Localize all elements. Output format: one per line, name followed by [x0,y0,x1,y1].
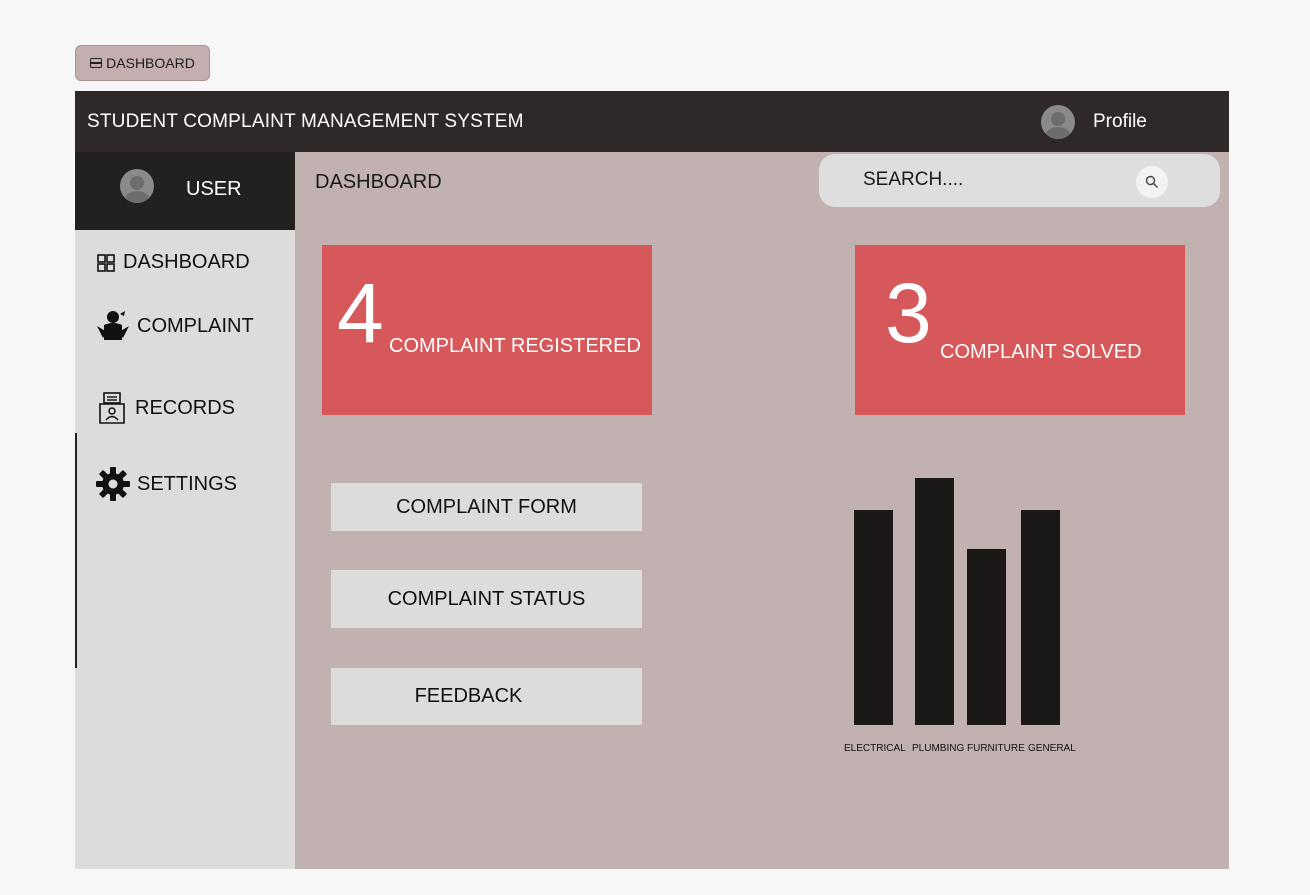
app-window: STUDENT COMPLAINT MANAGEMENT SYSTEM Prof… [75,91,1229,869]
chart-bar-plumbing [915,478,954,725]
stat-label: COMPLAINT REGISTERED [389,335,641,357]
sidebar-item-label: SETTINGS [137,472,238,495]
profile-avatar-icon[interactable] [1041,105,1075,139]
sidebar-item-label: COMPLAINT [137,314,254,337]
sidebar-item-records[interactable]: RECORDS [95,390,235,426]
chart-label-plumbing: PLUMBING [912,743,965,754]
user-block: USER [75,152,295,230]
page-title: DASHBOARD [315,171,442,193]
window-icon [90,58,103,68]
complaint-person-icon [95,308,131,344]
sidebar-item-complaint[interactable]: COMPLAINT [95,308,254,344]
user-avatar-icon [120,169,154,203]
records-icon [95,390,129,426]
chart-label-electrical: ELECTRICAL [844,743,906,754]
search-input[interactable] [863,166,1113,194]
frame-tab[interactable]: DASHBOARD [75,45,210,81]
gear-icon [95,466,131,502]
stat-card-registered: 4 COMPLAINT REGISTERED [322,245,652,415]
feedback-button[interactable]: FEEDBACK [331,668,642,725]
complaint-status-button[interactable]: COMPLAINT STATUS [331,570,642,628]
chart-bar-electrical [854,510,893,725]
sidebar-item-label: RECORDS [135,396,236,419]
search-box [819,154,1220,207]
chart-bar-general [1021,510,1060,725]
stat-label: COMPLAINT SOLVED [940,341,1142,363]
sidebar-item-dashboard[interactable]: DASHBOARD [95,251,250,274]
stat-number: 4 [337,266,384,360]
complaint-form-button[interactable]: COMPLAINT FORM [331,483,642,531]
chart-label-furniture: FURNITURE [967,743,1025,754]
sidebar: USER DASHBOARD COMPLAINT RECORDS SETTING… [75,152,295,869]
grid-icon [95,252,117,274]
chart-bar-furniture [967,549,1006,725]
top-bar: STUDENT COMPLAINT MANAGEMENT SYSTEM Prof… [75,91,1229,152]
search-icon[interactable] [1136,166,1168,198]
profile-link[interactable]: Profile [1093,111,1147,133]
sidebar-item-settings[interactable]: SETTINGS [95,466,237,502]
category-bar-chart: ELECTRICAL PLUMBING FURNITURE GENERAL [835,471,1085,761]
user-label: USER [186,178,242,200]
stat-number: 3 [885,266,932,360]
chart-label-general: GENERAL [1028,743,1076,754]
stat-card-solved: 3 COMPLAINT SOLVED [855,245,1185,415]
sidebar-item-label: DASHBOARD [123,251,250,273]
app-title: STUDENT COMPLAINT MANAGEMENT SYSTEM [87,111,524,132]
frame-tab-label: DASHBOARD [106,55,195,71]
